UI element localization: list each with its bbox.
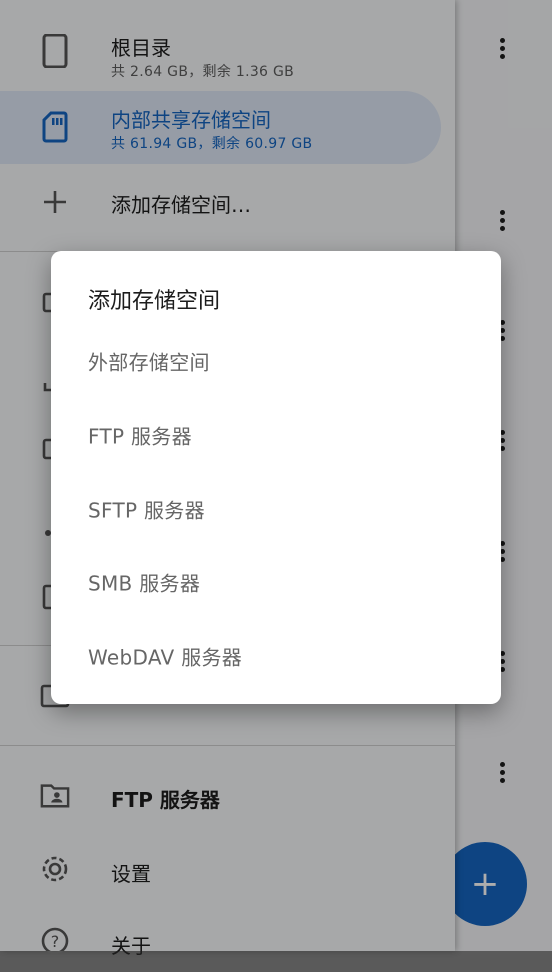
option-smb-server[interactable]: SMB 服务器 <box>51 552 501 612</box>
option-label: WebDAV 服务器 <box>88 645 243 670</box>
option-sftp-server[interactable]: SFTP 服务器 <box>51 479 501 539</box>
option-ftp-server[interactable]: FTP 服务器 <box>51 405 501 465</box>
option-external-storage[interactable]: 外部存储空间 <box>51 331 501 391</box>
add-storage-dialog: 添加存储空间 外部存储空间 FTP 服务器 SFTP 服务器 SMB 服务器 W… <box>51 251 501 704</box>
option-label: 外部存储空间 <box>88 350 210 375</box>
option-label: SFTP 服务器 <box>88 498 205 523</box>
option-webdav-server[interactable]: WebDAV 服务器 <box>51 626 501 686</box>
option-label: SMB 服务器 <box>88 571 201 596</box>
option-label: FTP 服务器 <box>88 424 192 449</box>
dialog-title: 添加存储空间 <box>88 289 221 314</box>
